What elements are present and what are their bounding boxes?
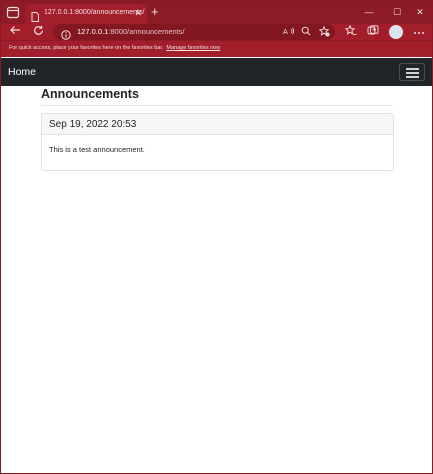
hamburger-icon-line	[406, 68, 419, 70]
browser-window: 127.0.0.1:8000/announcements/ ✕ + — ☐ ✕ …	[0, 0, 433, 474]
url-host: 127.0.0.1	[77, 27, 109, 36]
navbar-toggler-button[interactable]	[399, 63, 425, 81]
new-tab-button[interactable]: +	[151, 5, 159, 19]
navbar-brand-home[interactable]: Home	[8, 66, 36, 78]
url-path: :8000/announcements/	[108, 27, 185, 36]
collections-icon[interactable]	[365, 25, 381, 39]
announcement-card-header: Sep 19, 2022 20:53	[42, 114, 393, 135]
favorites-prompt-text: For quick access, place your favorites h…	[9, 45, 164, 51]
tab-bar: 127.0.0.1:8000/announcements/ ✕ + — ☐ ✕	[1, 1, 432, 24]
zoom-icon[interactable]	[300, 26, 312, 38]
close-window-button[interactable]: ✕	[406, 4, 433, 20]
page-icon	[31, 9, 39, 22]
favorites-prompt: For quick access, place your favorites h…	[9, 45, 220, 51]
tab-close-icon[interactable]: ✕	[134, 8, 142, 18]
hamburger-icon-line	[406, 76, 419, 78]
page-title: Announcements	[41, 87, 139, 101]
profile-avatar[interactable]	[389, 25, 403, 39]
announcement-body: This is a test announcement.	[49, 145, 145, 154]
minimize-button[interactable]: —	[355, 4, 383, 20]
back-icon[interactable]	[7, 25, 23, 39]
manage-favorites-link[interactable]: Manage favorites now	[166, 45, 220, 51]
svg-text:A: A	[283, 28, 288, 36]
add-favorite-icon[interactable]	[318, 25, 330, 38]
tab-announcements[interactable]: 127.0.0.1:8000/announcements/ ✕	[25, 4, 147, 24]
announcement-card: Sep 19, 2022 20:53 This is a test announ…	[41, 113, 394, 171]
favorites-icon[interactable]	[343, 24, 359, 39]
tab-title: 127.0.0.1:8000/announcements/	[44, 9, 145, 16]
address-bar[interactable]: 127.0.0.1:8000/announcements/ A	[53, 24, 335, 40]
read-aloud-icon[interactable]: A	[283, 26, 295, 38]
title-divider	[41, 105, 393, 106]
site-navbar: Home	[1, 58, 432, 86]
tab-actions-icon[interactable]	[6, 6, 20, 19]
refresh-icon[interactable]	[30, 25, 46, 39]
hamburger-icon-line	[406, 72, 419, 74]
browser-toolbar: 127.0.0.1:8000/announcements/ A	[1, 24, 432, 40]
url-text: 127.0.0.1:8000/announcements/	[77, 27, 185, 36]
announcement-date: Sep 19, 2022 20:53	[49, 119, 137, 130]
favorites-bar: For quick access, place your favorites h…	[1, 40, 432, 57]
more-icon[interactable]	[411, 25, 427, 39]
info-icon[interactable]	[61, 27, 71, 40]
